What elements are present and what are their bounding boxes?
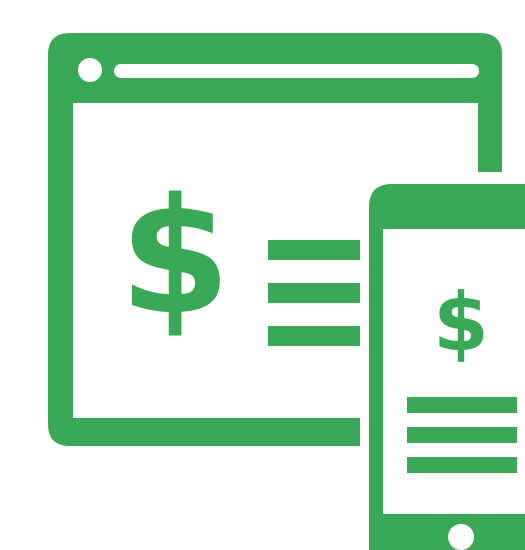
smartphone-icon: $ — [360, 172, 525, 550]
phone-line-1 — [407, 397, 517, 413]
phone-home-button — [448, 524, 474, 550]
browser-dollar-sign: $ — [119, 163, 230, 350]
payment-illustration: $ $ — [0, 0, 525, 550]
phone-line-3 — [407, 457, 517, 473]
browser-dot — [78, 58, 102, 82]
browser-line-3 — [268, 326, 368, 346]
phone-line-2 — [407, 427, 517, 443]
phone-dollar-sign: $ — [433, 276, 489, 369]
browser-line-2 — [268, 283, 368, 303]
browser-address-bar — [114, 64, 479, 78]
browser-line-1 — [268, 240, 368, 260]
browser-and-phone-payment-icon: $ $ — [48, 33, 525, 550]
